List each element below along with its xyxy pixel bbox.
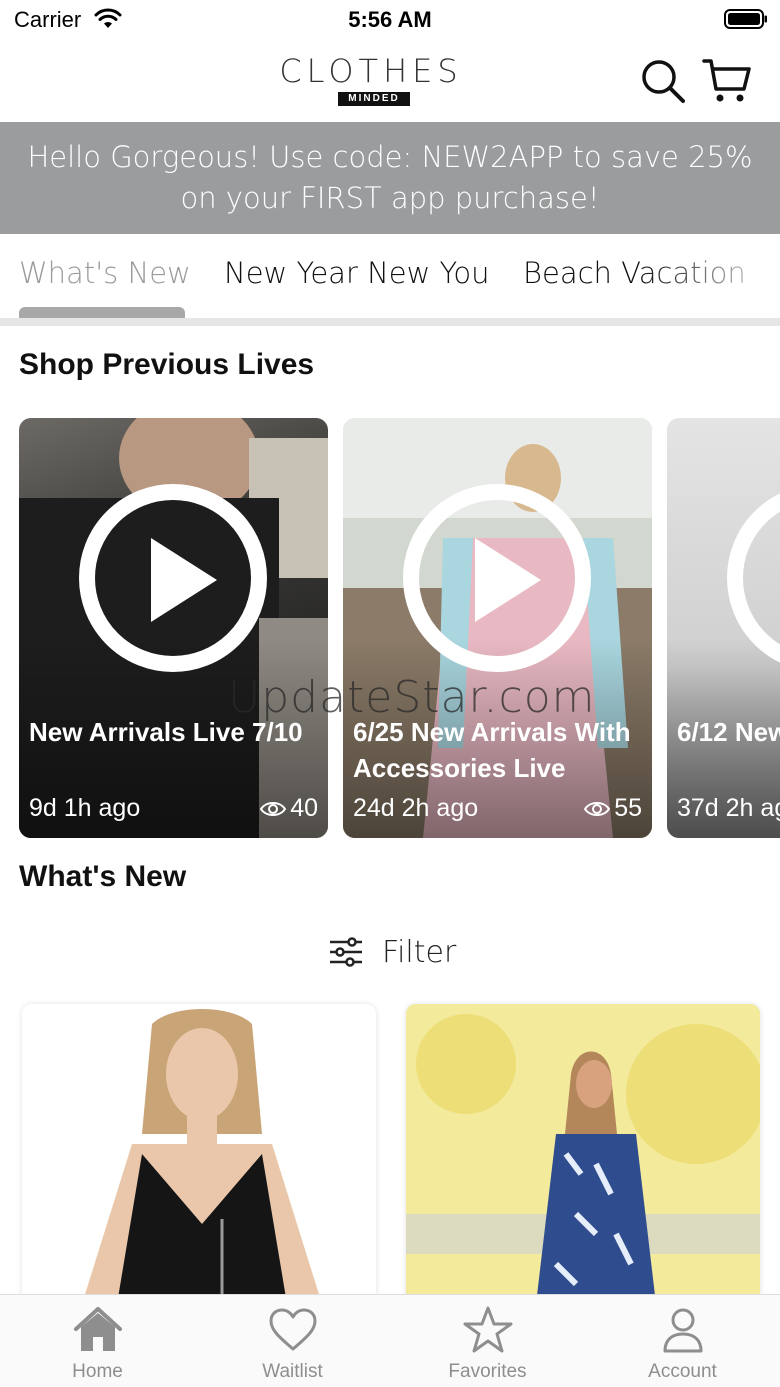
views-count: 55: [614, 794, 642, 822]
tabbar-item-home[interactable]: Home: [0, 1295, 195, 1387]
play-icon: [151, 538, 217, 622]
app-header: CLOTHES MINDED: [0, 40, 780, 122]
filter-icon: [330, 937, 362, 967]
tabbar-label: Favorites: [448, 1361, 527, 1382]
section-title-whats-new: What's New: [19, 860, 187, 893]
tabbar-item-waitlist[interactable]: Waitlist: [195, 1295, 390, 1387]
promo-text: Hello Gorgeous! Use code: NEW2APP to sav…: [27, 140, 753, 215]
live-card[interactable]: 6/25 New Arrivals With Accessories Live …: [343, 418, 652, 838]
cart-icon[interactable]: [702, 56, 752, 106]
status-bar: Carrier 5:56 AM: [0, 0, 780, 40]
tab-whats-new[interactable]: What's New: [19, 256, 191, 290]
filter-button[interactable]: Filter: [328, 930, 456, 974]
previous-lives-carousel[interactable]: New Arrivals Live 7/10 9d 1h ago 40 6/25…: [0, 418, 780, 838]
tabbar-label: Account: [648, 1361, 717, 1382]
tabs-divider: [0, 318, 780, 326]
promo-banner[interactable]: Hello Gorgeous! Use code: NEW2APP to sav…: [0, 122, 780, 234]
heart-icon: [269, 1308, 317, 1351]
views-count: 40: [290, 794, 318, 822]
person-icon: [663, 1308, 703, 1353]
category-tabs: What's New New Year New You Beach Vacati…: [0, 234, 780, 326]
play-icon: [475, 538, 541, 622]
live-card[interactable]: New Arrivals Live 7/10 9d 1h ago 40: [19, 418, 328, 838]
eye-icon: [584, 801, 611, 816]
brand-logo[interactable]: CLOTHES MINDED: [276, 52, 466, 108]
logo-subtext: MINDED: [338, 92, 410, 106]
watermark: UpdateStar.com: [228, 672, 596, 723]
logo-wordmark: CLOTHES: [279, 52, 463, 90]
tabbar-label: Home: [72, 1361, 123, 1382]
home-icon: [74, 1307, 122, 1351]
live-card[interactable]: 6/12 New Arrivals Live 37d 2h ago: [667, 418, 780, 838]
search-icon[interactable]: [640, 58, 686, 104]
tabbar-item-account[interactable]: Account: [585, 1295, 780, 1387]
section-title-previous-lives: Shop Previous Lives: [19, 348, 315, 381]
live-title: 6/12 New Arrivals Live: [677, 717, 780, 747]
battery-icon: [724, 9, 767, 29]
live-time-ago: 9d 1h ago: [29, 794, 141, 822]
tabbar-label: Waitlist: [262, 1361, 323, 1382]
tabs-fade: [640, 234, 780, 318]
product-image: [82, 1009, 322, 1304]
live-views: 55: [584, 794, 642, 823]
product-image: [406, 1004, 760, 1304]
live-time-ago: 24d 2h ago: [353, 794, 479, 822]
eye-icon: [260, 801, 287, 816]
bottom-tab-bar: Home Waitlist Favorites Account: [0, 1294, 780, 1387]
live-views: 40: [260, 794, 318, 823]
tab-new-year-new-you[interactable]: New Year New You: [224, 256, 490, 290]
live-title: 6/25 New Arrivals With Accessories Live: [353, 717, 631, 783]
live-time-ago: 37d 2h ago: [677, 794, 780, 822]
product-card[interactable]: [22, 1004, 376, 1304]
product-card[interactable]: [406, 1004, 760, 1304]
clock-label: 5:56 AM: [348, 7, 432, 32]
tabbar-item-favorites[interactable]: Favorites: [390, 1295, 585, 1387]
filter-label: Filter: [382, 934, 457, 970]
star-icon: [463, 1306, 513, 1353]
